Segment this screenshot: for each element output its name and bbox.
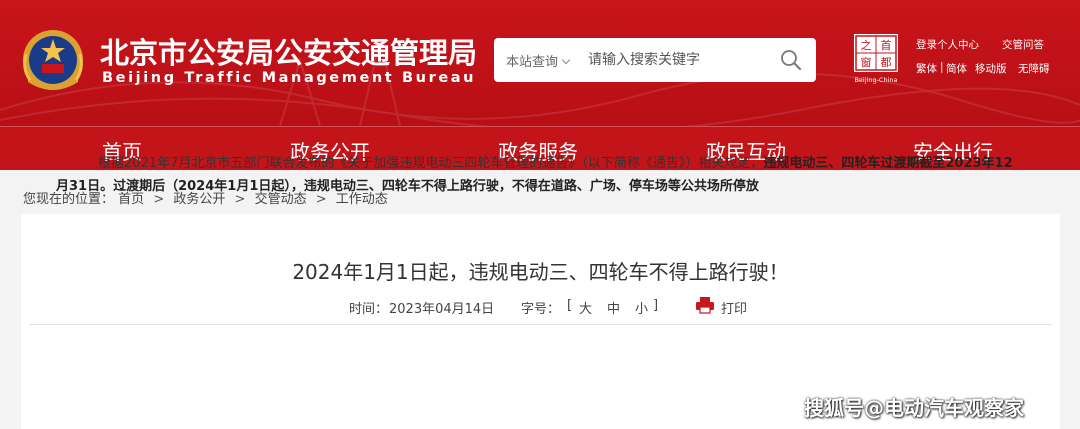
search-input[interactable] [588, 48, 768, 72]
top-links: 登录个人中心 交管问答 繁体 | 简体 移动版 无障碍 [916, 37, 1066, 81]
article-title: 2024年1月1日起，违规电动三、四轮车不得上路行驶！ [292, 260, 789, 284]
chevron-down-icon [561, 55, 571, 65]
site-subtitle: Beijing Traffic Management Bureau [102, 70, 477, 86]
logo-char: 都 [881, 56, 892, 69]
body-text-normal: 根据2021年7月北京市五部门联合发布的《关于加强违规电动三四轮车管理的通告》（… [98, 156, 764, 171]
site-title[interactable]: 北京市公安局公安交通管理局 [100, 30, 477, 72]
printer-icon[interactable] [695, 296, 715, 314]
article-body: 根据2021年7月北京市五部门联合发布的《关于加强违规电动三四轮车管理的通告》（… [56, 152, 1016, 198]
font-size-bracket: [ [567, 298, 573, 313]
simplified-link[interactable]: 简体 [946, 61, 967, 76]
logo-char: 之 [861, 38, 872, 52]
search-scope-dropdown[interactable]: 本站查询 [506, 51, 571, 70]
qa-link[interactable]: 交管问答 [1002, 37, 1044, 52]
link-separator: | [940, 61, 944, 73]
search-scope-label: 本站查询 [506, 55, 559, 70]
publish-date: 2023年04月14日 [389, 302, 495, 317]
logo-char: 首 [881, 38, 892, 52]
capital-window-logo[interactable]: 首 都 之 窗 Beijing-China [852, 32, 900, 84]
font-size-bracket: ] [653, 298, 659, 313]
print-button[interactable]: 打印 [721, 298, 747, 317]
font-size-large-button[interactable]: 大 [579, 298, 592, 317]
time-label: 时间： [349, 302, 389, 317]
personal-center-link[interactable]: 登录个人中心 [916, 37, 979, 52]
traditional-link[interactable]: 繁体 [916, 61, 937, 76]
title-divider [29, 324, 1052, 325]
font-size-medium-button[interactable]: 中 [607, 298, 620, 317]
source-watermark: 搜狐号@电动汽车观察家 [804, 396, 1024, 420]
search-icon[interactable] [780, 49, 802, 71]
font-size-label: 字号： [521, 302, 561, 317]
mobile-link[interactable]: 移动版 [975, 61, 1007, 76]
search-box: 本站查询 [494, 38, 816, 82]
logo-caption: Beijing-China [854, 76, 897, 84]
accessible-link[interactable]: 无障碍 [1018, 61, 1050, 76]
font-size-small-button[interactable]: 小 [635, 298, 648, 317]
police-emblem-icon[interactable] [18, 24, 88, 94]
logo-char: 窗 [861, 55, 872, 69]
